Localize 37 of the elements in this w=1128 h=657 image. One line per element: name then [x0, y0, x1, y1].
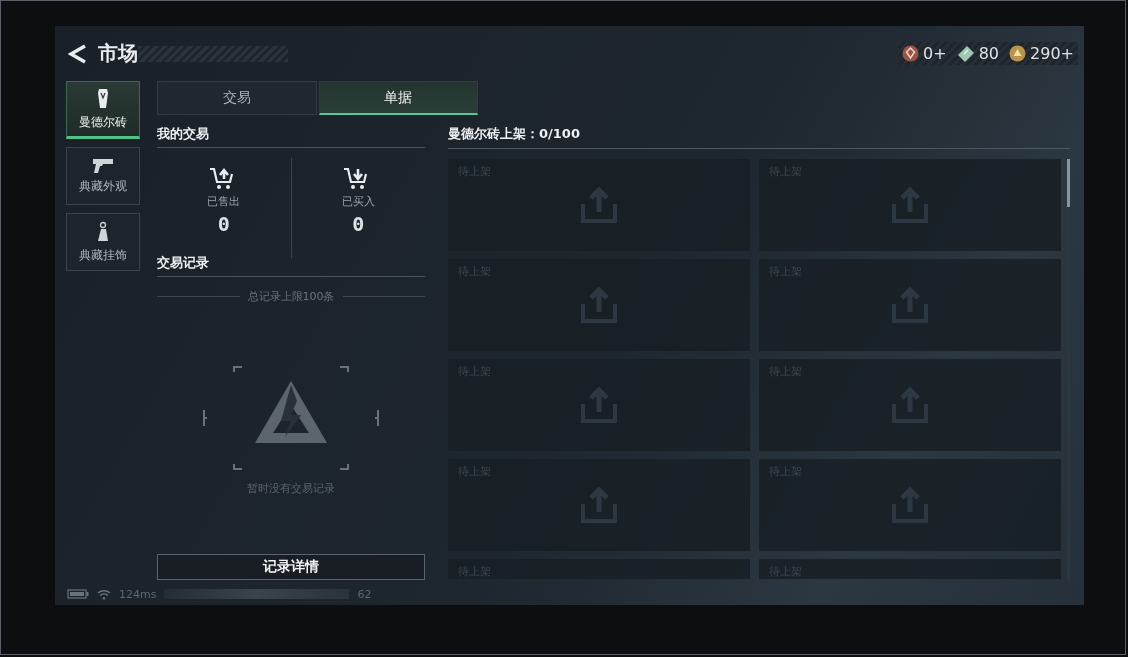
brick-icon [97, 87, 109, 110]
currency-amount: 290+ [1030, 44, 1074, 63]
stat-value: 0 [217, 211, 230, 236]
stat-label: 已买入 [341, 193, 375, 209]
currency-amount: 80 [978, 44, 1000, 63]
category-tab[interactable]: 典藏挂饰 [66, 213, 140, 271]
medal-icon [902, 45, 920, 62]
section-heading: 我的交易 [157, 125, 425, 148]
ping-text: 124ms [119, 587, 157, 601]
tab[interactable]: 单据 [318, 81, 478, 115]
upload-icon [579, 286, 619, 324]
listings-title: 曼德尔砖上架：0/100 [448, 125, 1070, 149]
section-heading: 交易记录 [157, 254, 425, 277]
details-button[interactable]: 记录详情 [157, 554, 425, 580]
stat-value: 0 [352, 211, 365, 236]
coin-icon [1009, 45, 1027, 62]
upload-icon [890, 286, 930, 324]
status-value: 62 [357, 587, 372, 601]
keychain-icon [97, 220, 109, 243]
upload-icon [890, 186, 930, 224]
upload-icon [890, 386, 930, 424]
category-tab[interactable]: 曼德尔砖 [66, 81, 140, 139]
upload-icon [890, 486, 930, 524]
category-tab[interactable]: 典藏外观 [66, 147, 140, 205]
tab[interactable]: 交易 [157, 81, 317, 115]
upload-icon [579, 486, 619, 524]
stat-label: 已售出 [207, 193, 241, 209]
upload-icon [579, 186, 619, 224]
currency-amount: 0+ [923, 44, 947, 63]
wifi-icon [97, 588, 111, 600]
ticket-icon [956, 45, 975, 62]
limit-note: 总记录上限100条 [247, 289, 335, 304]
pistol-icon [92, 157, 114, 174]
battery-icon [67, 589, 89, 599]
upload-icon [579, 386, 619, 424]
page-title: 市场 [98, 40, 138, 67]
back-button[interactable] [68, 43, 88, 64]
